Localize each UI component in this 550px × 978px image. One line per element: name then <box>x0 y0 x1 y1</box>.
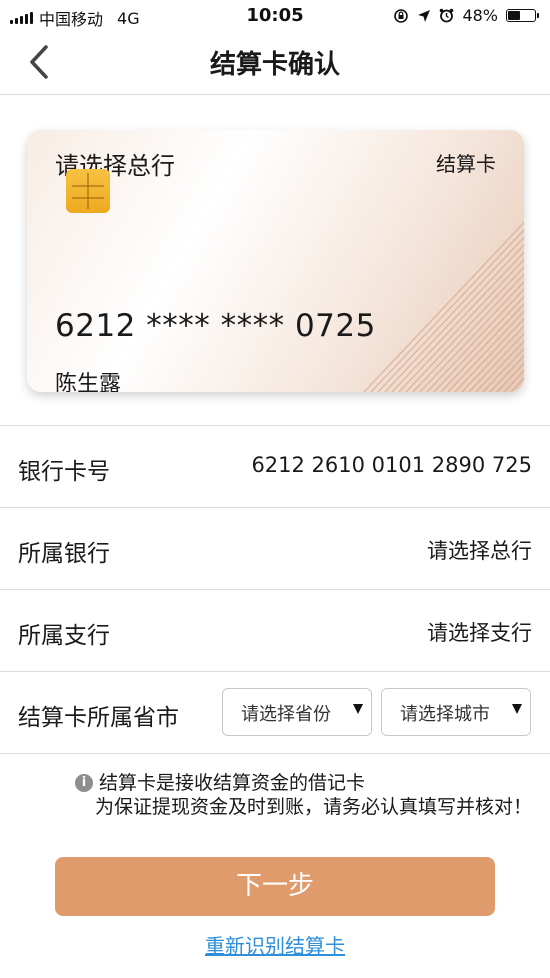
card-number-value: 6212 2610 0101 2890 725 <box>251 453 532 477</box>
battery-icon <box>506 9 539 22</box>
page-title: 结算卡确认 <box>209 50 340 80</box>
battery-percent: 48% <box>462 6 498 25</box>
branch-value: 请选择支行 <box>427 621 532 645</box>
province-select[interactable]: 请选择省份 <box>222 688 372 736</box>
location-icon <box>418 9 431 22</box>
city-select-text: 请选择城市 <box>400 704 490 725</box>
bank-label: 所属银行 <box>18 541 110 567</box>
rotation-lock-icon <box>394 8 409 23</box>
info-icon: i <box>75 774 93 792</box>
region-label: 结算卡所属省市 <box>18 705 179 731</box>
nav-bar: 结算卡确认 <box>0 30 550 95</box>
branch-label: 所属支行 <box>18 623 110 649</box>
province-select-text: 请选择省份 <box>241 704 331 725</box>
card-holder: 陈生露 <box>55 372 122 392</box>
status-bar: 中国移动 4G 10:05 48% <box>0 0 550 30</box>
card-number-label: 银行卡号 <box>18 459 110 485</box>
row-bank[interactable]: 所属银行 请选择总行 <box>0 508 550 590</box>
chip-icon <box>66 169 110 213</box>
rescan-card-link[interactable]: 重新识别结算卡 <box>0 930 550 959</box>
card-type: 结算卡 <box>436 152 496 176</box>
row-region: 结算卡所属省市 请选择省份 请选择城市 <box>0 672 550 754</box>
notice-line-2: 为保证提现资金及时到账，请务必认真填写并核对！ <box>95 796 533 818</box>
notice-line-1: 结算卡是接收结算资金的借记卡 <box>99 772 366 794</box>
caret-down-icon <box>353 704 363 714</box>
status-right: 48% <box>393 6 539 25</box>
bank-value: 请选择总行 <box>427 539 532 563</box>
row-branch[interactable]: 所属支行 请选择支行 <box>0 590 550 672</box>
city-select[interactable]: 请选择城市 <box>381 688 531 736</box>
bank-card: 请选择总行 结算卡 6212 **** **** 0725 陈生露 <box>27 130 524 392</box>
card-number: 6212 **** **** 0725 <box>55 308 376 344</box>
card-stripes-decoration <box>363 221 524 392</box>
row-card-number: 银行卡号 6212 2610 0101 2890 725 <box>0 426 550 508</box>
caret-down-icon <box>512 704 522 714</box>
alarm-icon <box>440 8 454 23</box>
card-section: 请选择总行 结算卡 6212 **** **** 0725 陈生露 <box>0 95 550 426</box>
next-step-button[interactable]: 下一步 <box>55 857 495 916</box>
